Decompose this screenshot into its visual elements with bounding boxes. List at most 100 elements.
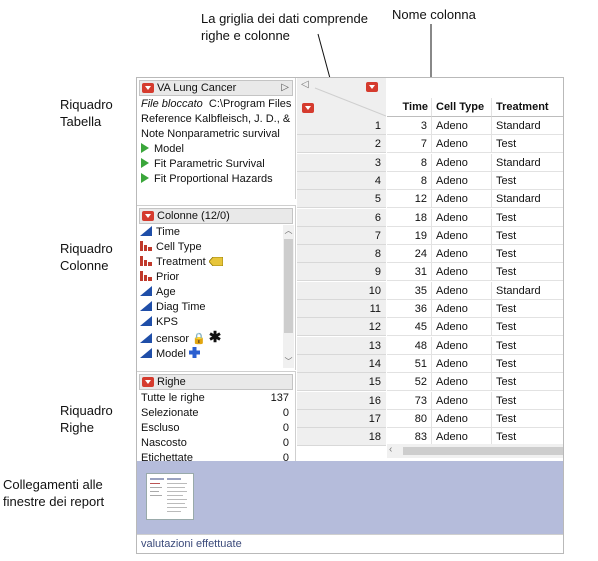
cell-treatment[interactable]: Test	[492, 392, 563, 410]
row-number[interactable]: 2	[297, 135, 386, 154]
table-panel-header[interactable]: VA Lung Cancer ▷	[139, 80, 293, 96]
row-number[interactable]: 14	[297, 354, 386, 373]
cell-treatment[interactable]: Test	[492, 263, 563, 282]
row-number[interactable]: 7	[297, 226, 386, 245]
column-item[interactable]: Prior	[137, 270, 295, 285]
cell-time[interactable]: 80	[387, 409, 432, 428]
cell-treatment[interactable]: Test	[492, 209, 563, 227]
cell-cell-type[interactable]: Adeno	[432, 263, 492, 282]
column-item[interactable]: Treatment	[137, 255, 295, 270]
cell-treatment[interactable]: Test	[492, 245, 563, 264]
cell-time[interactable]: 36	[387, 300, 432, 318]
cell-cell-type[interactable]: Adeno	[432, 171, 492, 190]
cell-treatment[interactable]: Test	[492, 337, 563, 355]
row-number[interactable]: 10	[297, 281, 386, 300]
row-number[interactable]: 9	[297, 263, 386, 282]
cell-treatment[interactable]: Test	[492, 300, 563, 318]
grid-corner[interactable]: ◁	[297, 78, 387, 118]
red-triangle-menu-icon[interactable]	[142, 211, 154, 221]
cell-cell-type[interactable]: Adeno	[432, 226, 492, 245]
collapse-left-icon[interactable]: ◁	[301, 79, 309, 90]
cell-treatment[interactable]: Test	[492, 318, 563, 337]
columns-menu-icon[interactable]	[366, 82, 378, 92]
column-item[interactable]: KPS	[137, 315, 295, 330]
cell-time[interactable]: 48	[387, 336, 432, 355]
column-item[interactable]: Cell Type	[137, 240, 295, 255]
cell-time[interactable]: 73	[387, 391, 432, 410]
rows-summary-item[interactable]: Tutte le righe 137	[137, 391, 295, 406]
cell-treatment[interactable]: Test	[492, 172, 563, 190]
row-number[interactable]: 8	[297, 245, 386, 264]
row-number[interactable]: 11	[297, 300, 386, 318]
cell-cell-type[interactable]: Adeno	[432, 208, 492, 227]
row-number[interactable]: 4	[297, 171, 386, 190]
row-number[interactable]: 1	[297, 117, 386, 135]
scroll-left-icon[interactable]: ‹	[389, 444, 392, 455]
rows-menu-icon[interactable]	[302, 103, 314, 113]
script-fit-proportional-hazards[interactable]: Fit Proportional Hazards	[137, 172, 295, 187]
column-item[interactable]: Time	[137, 225, 295, 240]
red-triangle-menu-icon[interactable]	[142, 83, 154, 93]
cell-treatment[interactable]: Test	[492, 135, 563, 154]
cell-cell-type[interactable]: Adeno	[432, 373, 492, 392]
column-item[interactable]: Age	[137, 285, 295, 300]
cell-treatment[interactable]: Standard	[492, 117, 563, 135]
cell-treatment[interactable]: Test	[492, 373, 563, 392]
cell-treatment[interactable]: Standard	[492, 282, 563, 300]
cell-time[interactable]: 45	[387, 318, 432, 337]
cell-time[interactable]: 35	[387, 281, 432, 300]
report-window-thumbnail[interactable]	[146, 473, 194, 520]
rows-summary-item[interactable]: Selezionate 0	[137, 406, 295, 421]
cell-treatment[interactable]: Test	[492, 227, 563, 245]
cell-treatment[interactable]: Standard	[492, 190, 563, 209]
cell-time[interactable]: 52	[387, 373, 432, 392]
cell-cell-type[interactable]: Adeno	[432, 117, 492, 135]
row-number[interactable]: 6	[297, 208, 386, 227]
column-header-time[interactable]: Time	[387, 98, 432, 117]
red-triangle-menu-icon[interactable]	[142, 377, 154, 387]
cell-cell-type[interactable]: Adeno	[432, 245, 492, 264]
column-item[interactable]: Diag Time	[137, 300, 295, 315]
column-item[interactable]: Model	[137, 347, 295, 362]
row-number[interactable]: 16	[297, 391, 386, 410]
column-header-treatment[interactable]: Treatment	[492, 98, 563, 117]
rows-summary-item[interactable]: Escluso 0	[137, 421, 295, 436]
cell-time[interactable]: 19	[387, 226, 432, 245]
cell-cell-type[interactable]: Adeno	[432, 190, 492, 209]
row-number[interactable]: 3	[297, 153, 386, 172]
column-item[interactable]: censor 🔒 ✱	[137, 330, 295, 347]
cell-time[interactable]: 8	[387, 171, 432, 190]
cell-time[interactable]: 18	[387, 208, 432, 227]
row-number[interactable]: 18	[297, 428, 386, 447]
cell-treatment[interactable]: Test	[492, 355, 563, 373]
rows-panel-header[interactable]: Righe	[139, 374, 293, 390]
cell-time[interactable]: 24	[387, 245, 432, 264]
cell-cell-type[interactable]: Adeno	[432, 391, 492, 410]
cell-cell-type[interactable]: Adeno	[432, 281, 492, 300]
collapse-arrow-icon[interactable]: ▷	[281, 81, 289, 95]
cell-time[interactable]: 12	[387, 190, 432, 209]
cell-cell-type[interactable]: Adeno	[432, 318, 492, 337]
cell-treatment[interactable]: Standard	[492, 154, 563, 172]
reference-row[interactable]: Reference Kalbfleisch, J. D., &	[137, 112, 295, 127]
cell-cell-type[interactable]: Adeno	[432, 409, 492, 428]
scroll-down-icon[interactable]: ﹀	[283, 356, 294, 368]
row-number[interactable]: 13	[297, 336, 386, 355]
row-number[interactable]: 17	[297, 409, 386, 428]
script-model[interactable]: Model	[137, 142, 295, 157]
cell-time[interactable]: 31	[387, 263, 432, 282]
horizontal-scroll-thumb[interactable]	[403, 447, 563, 455]
row-number[interactable]: 5	[297, 190, 386, 209]
script-fit-parametric-survival[interactable]: Fit Parametric Survival	[137, 157, 295, 172]
rows-summary-item[interactable]: Nascosto 0	[137, 436, 295, 451]
scroll-up-icon[interactable]: ︿	[283, 225, 294, 237]
horizontal-scrollbar[interactable]: ‹	[387, 444, 563, 458]
scroll-thumb[interactable]	[284, 239, 293, 333]
column-header-cell-type[interactable]: Cell Type	[432, 98, 492, 117]
cell-cell-type[interactable]: Adeno	[432, 336, 492, 355]
cell-time[interactable]: 3	[387, 117, 432, 135]
row-number[interactable]: 15	[297, 373, 386, 392]
cell-time[interactable]: 8	[387, 153, 432, 172]
columns-scrollbar[interactable]: ︿ ﹀	[283, 225, 294, 368]
cell-time[interactable]: 51	[387, 354, 432, 373]
